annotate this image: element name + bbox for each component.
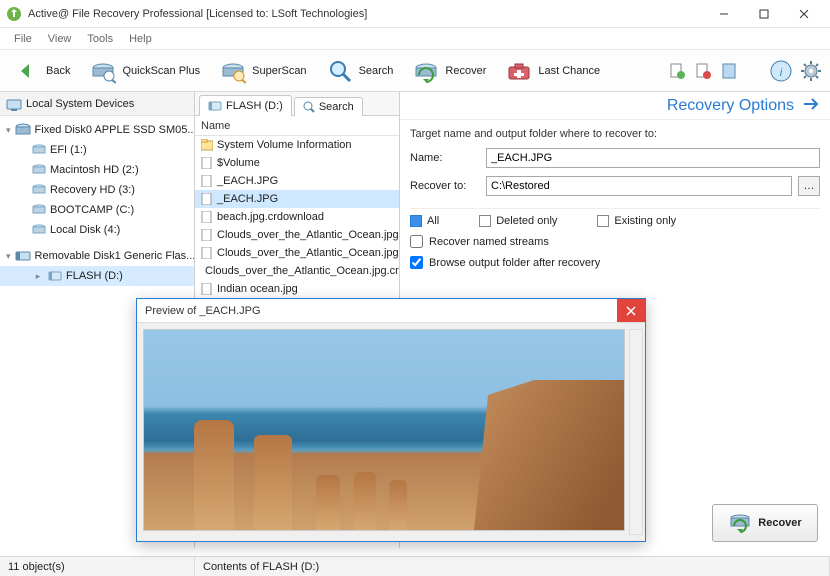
file-row[interactable]: beach.jpg.crdownload — [195, 208, 399, 226]
menu-file[interactable]: File — [6, 31, 40, 47]
lastchance-button[interactable]: Last Chance — [498, 55, 608, 87]
square-blue-icon — [410, 215, 422, 227]
arrow-right-icon[interactable] — [802, 97, 820, 114]
preview-close-button[interactable] — [617, 299, 645, 322]
filter-all[interactable]: All — [410, 215, 439, 227]
info-icon[interactable]: i — [770, 60, 792, 82]
collapse-icon[interactable]: ▾ — [6, 251, 11, 262]
tree-vol[interactable]: EFI (1:) — [0, 140, 194, 160]
recover-to-label: Recover to: — [410, 180, 480, 192]
tree-vol[interactable]: Macintosh HD (2:) — [0, 160, 194, 180]
file-row[interactable]: _EACH.JPG — [195, 172, 399, 190]
preview-body — [137, 323, 645, 541]
tree-vol-flash[interactable]: ▸ FLASH (D:) — [0, 266, 194, 286]
drive-scan-icon — [90, 58, 116, 84]
doc-blue-icon[interactable] — [720, 62, 738, 80]
preview-title-bar[interactable]: Preview of _EACH.JPG — [137, 299, 645, 323]
menu-bar: File View Tools Help — [0, 28, 830, 50]
filter-existing[interactable]: Existing only — [597, 215, 676, 227]
tree-vol[interactable]: BOOTCAMP (C:) — [0, 200, 194, 220]
file-row[interactable]: Clouds_over_the_Atlantic_Ocean.jpg.crdow… — [195, 262, 399, 280]
tree-disk0-label: Fixed Disk0 APPLE SSD SM05... — [35, 124, 194, 136]
tab-search-label: Search — [319, 101, 354, 113]
preview-title: Preview of _EACH.JPG — [145, 305, 261, 317]
back-button[interactable]: Back — [6, 55, 78, 87]
drive-superscan-icon — [220, 58, 246, 84]
maximize-button[interactable] — [744, 1, 784, 27]
recover-icon — [413, 58, 439, 84]
status-objects: 11 object(s) — [0, 557, 195, 576]
tree-disk1[interactable]: ▾ Removable Disk1 Generic Flas... — [0, 246, 194, 266]
superscan-label: SuperScan — [252, 65, 306, 77]
preview-image — [143, 329, 625, 531]
title-bar: Active@ File Recovery Professional [Lice… — [0, 0, 830, 28]
quickscan-label: QuickScan Plus — [122, 65, 200, 77]
tab-flash-label: FLASH (D:) — [226, 100, 283, 112]
menu-tools[interactable]: Tools — [79, 31, 121, 47]
app-icon — [6, 6, 22, 22]
tree-vol-flash-label: FLASH (D:) — [66, 270, 123, 282]
recovery-options-title: Recovery Options — [667, 97, 794, 115]
recover-button[interactable]: Recover — [405, 55, 494, 87]
chk-browse-after-label: Browse output folder after recovery — [429, 257, 600, 269]
file-row[interactable]: Indian ocean.jpg — [195, 280, 399, 298]
lastchance-label: Last Chance — [538, 65, 600, 77]
chk-named-streams[interactable] — [410, 235, 423, 248]
file-row[interactable]: $Volume — [195, 154, 399, 172]
tree-vol[interactable]: Local Disk (4:) — [0, 220, 194, 240]
toolbar: Back QuickScan Plus SuperScan Search Rec… — [0, 50, 830, 92]
arrow-left-icon — [14, 58, 40, 84]
chk-named-streams-label: Recover named streams — [429, 236, 549, 248]
superscan-button[interactable]: SuperScan — [212, 55, 314, 87]
device-tree-header: Local System Devices — [0, 92, 194, 116]
tabstrip: FLASH (D:) Search — [195, 92, 399, 116]
recover-action-button[interactable]: Recover — [712, 504, 818, 542]
tree-disk1-label: Removable Disk1 Generic Flas... — [35, 250, 194, 262]
file-row[interactable]: System Volume Information — [195, 136, 399, 154]
recover-action-icon — [728, 510, 752, 537]
browse-button[interactable]: … — [798, 176, 820, 196]
preview-scrollbar[interactable] — [629, 329, 643, 535]
status-contents: Contents of FLASH (D:) — [195, 557, 830, 576]
expand-icon[interactable]: ▸ — [32, 271, 44, 282]
file-row-selected[interactable]: _EACH.JPG — [195, 190, 399, 208]
tab-flash[interactable]: FLASH (D:) — [199, 95, 292, 116]
quickscan-button[interactable]: QuickScan Plus — [82, 55, 208, 87]
file-row[interactable]: Clouds_over_the_Atlantic_Ocean.jpg — [195, 226, 399, 244]
minimize-button[interactable] — [704, 1, 744, 27]
chk-browse-after[interactable] — [410, 256, 423, 269]
tree-vol[interactable]: Recovery HD (3:) — [0, 180, 194, 200]
name-label: Name: — [410, 152, 480, 164]
collapse-icon[interactable]: ▾ — [6, 125, 11, 136]
window-title: Active@ File Recovery Professional [Lice… — [28, 8, 704, 20]
search-label: Search — [359, 65, 394, 77]
gear-icon[interactable] — [800, 60, 822, 82]
search-icon — [327, 58, 353, 84]
tab-search[interactable]: Search — [294, 97, 363, 116]
search-button[interactable]: Search — [319, 55, 402, 87]
back-label: Back — [46, 65, 70, 77]
square-icon — [479, 215, 491, 227]
briefcase-plus-icon — [506, 58, 532, 84]
name-input[interactable] — [486, 148, 820, 168]
recover-action-label: Recover — [758, 517, 801, 529]
file-row[interactable]: Clouds_over_the_Atlantic_Ocean.jpg — [195, 244, 399, 262]
status-bar: 11 object(s) Contents of FLASH (D:) — [0, 556, 830, 576]
doc-check-icon[interactable] — [668, 62, 686, 80]
filter-deleted[interactable]: Deleted only — [479, 215, 557, 227]
square-icon — [597, 215, 609, 227]
filelist-header[interactable]: Name — [195, 116, 399, 136]
recovery-hint: Target name and output folder where to r… — [410, 128, 820, 140]
recover-to-input[interactable] — [486, 176, 792, 196]
tree-disk0[interactable]: ▾ Fixed Disk0 APPLE SSD SM05... — [0, 120, 194, 140]
close-button[interactable] — [784, 1, 824, 27]
menu-view[interactable]: View — [40, 31, 80, 47]
menu-help[interactable]: Help — [121, 31, 160, 47]
doc-delete-icon[interactable] — [694, 62, 712, 80]
preview-window[interactable]: Preview of _EACH.JPG — [136, 298, 646, 542]
device-tree-title: Local System Devices — [26, 98, 134, 110]
recover-label: Recover — [445, 65, 486, 77]
